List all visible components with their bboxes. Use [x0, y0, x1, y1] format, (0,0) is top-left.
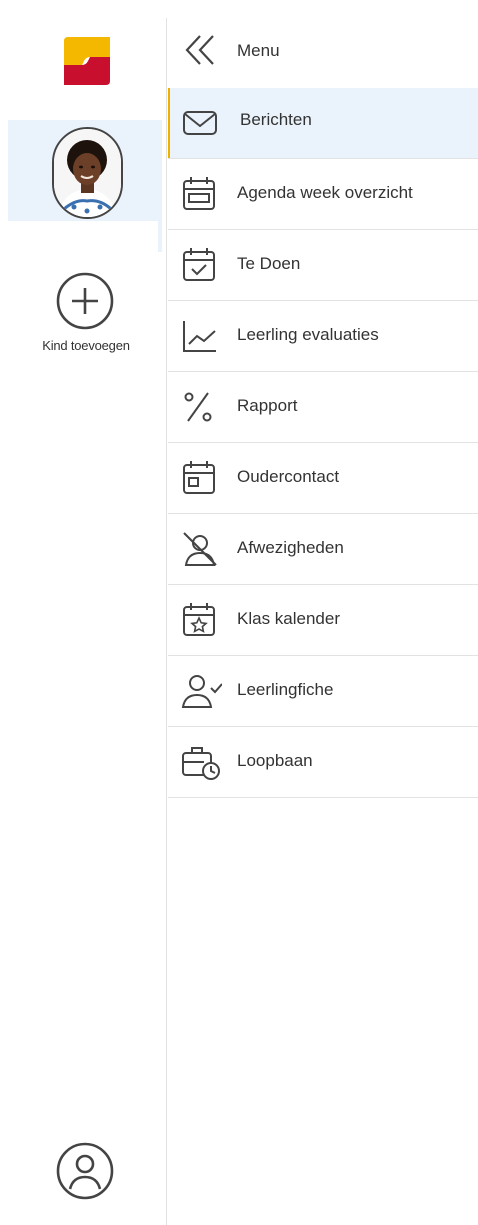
menu-title: Menu [237, 41, 280, 60]
calendar-small-icon [180, 458, 218, 498]
menu-item-rapport[interactable]: Rapport [168, 372, 478, 443]
double-chevron-left-icon [185, 35, 214, 65]
child-avatar-photo [54, 129, 121, 217]
menu-item-label: Loopbaan [237, 751, 313, 770]
child-rail: Kind toevoegen [0, 0, 166, 1225]
menu-item-leerlingfiche[interactable]: Leerlingfiche [168, 656, 478, 727]
add-child-button[interactable] [55, 271, 115, 331]
menu-item-label: Afwezigheden [237, 538, 344, 557]
calendar-star-icon [180, 600, 218, 640]
menu-item-label: Klas kalender [237, 609, 341, 628]
menu-item-berichten[interactable]: Berichten [168, 88, 478, 159]
menu-item-label: Te Doen [237, 254, 301, 273]
account-button[interactable] [55, 1141, 115, 1201]
child-selected-edge [158, 120, 162, 252]
collapse-menu-button[interactable] [184, 33, 216, 67]
menu-item-label: Agenda week overzicht [237, 183, 413, 202]
calendar-check-icon [180, 245, 218, 285]
briefcase-clock-icon [180, 742, 220, 782]
menu-item-label: Oudercontact [237, 467, 340, 486]
mail-icon [180, 103, 218, 143]
menu-header: Menu [168, 18, 478, 86]
percent-icon [180, 387, 218, 427]
menu-item-leerling-evaluaties[interactable]: Leerling evaluaties [168, 301, 478, 372]
menu-item-te-doen[interactable]: Te Doen [168, 230, 478, 301]
rail-divider [166, 18, 167, 1225]
menu-item-afwezigheden[interactable]: Afwezigheden [168, 514, 478, 585]
child-avatar[interactable] [52, 127, 123, 219]
menu-item-agenda-week-overzicht[interactable]: Agenda week overzicht [168, 159, 478, 230]
plus-circle-icon [56, 272, 114, 330]
user-circle-icon [56, 1142, 114, 1200]
add-child-label[interactable]: Kind toevoegen [0, 338, 172, 353]
menu-list: Berichten Agenda week overzicht Te Doen [168, 88, 478, 798]
menu-item-klas-kalender[interactable]: Klas kalender [168, 585, 478, 656]
menu-item-label: Berichten [240, 110, 312, 129]
menu-item-oudercontact[interactable]: Oudercontact [168, 443, 478, 514]
menu-item-label: Leerlingfiche [237, 680, 334, 699]
chart-line-icon [180, 316, 218, 356]
school-app-logo[interactable] [60, 35, 114, 87]
menu-item-label: Rapport [237, 396, 298, 415]
user-check-icon [180, 671, 222, 711]
menu-item-label: Leerling evaluaties [237, 325, 379, 344]
menu-item-loopbaan[interactable]: Loopbaan [168, 727, 478, 798]
calendar-icon [180, 174, 218, 214]
user-off-icon [180, 529, 218, 569]
